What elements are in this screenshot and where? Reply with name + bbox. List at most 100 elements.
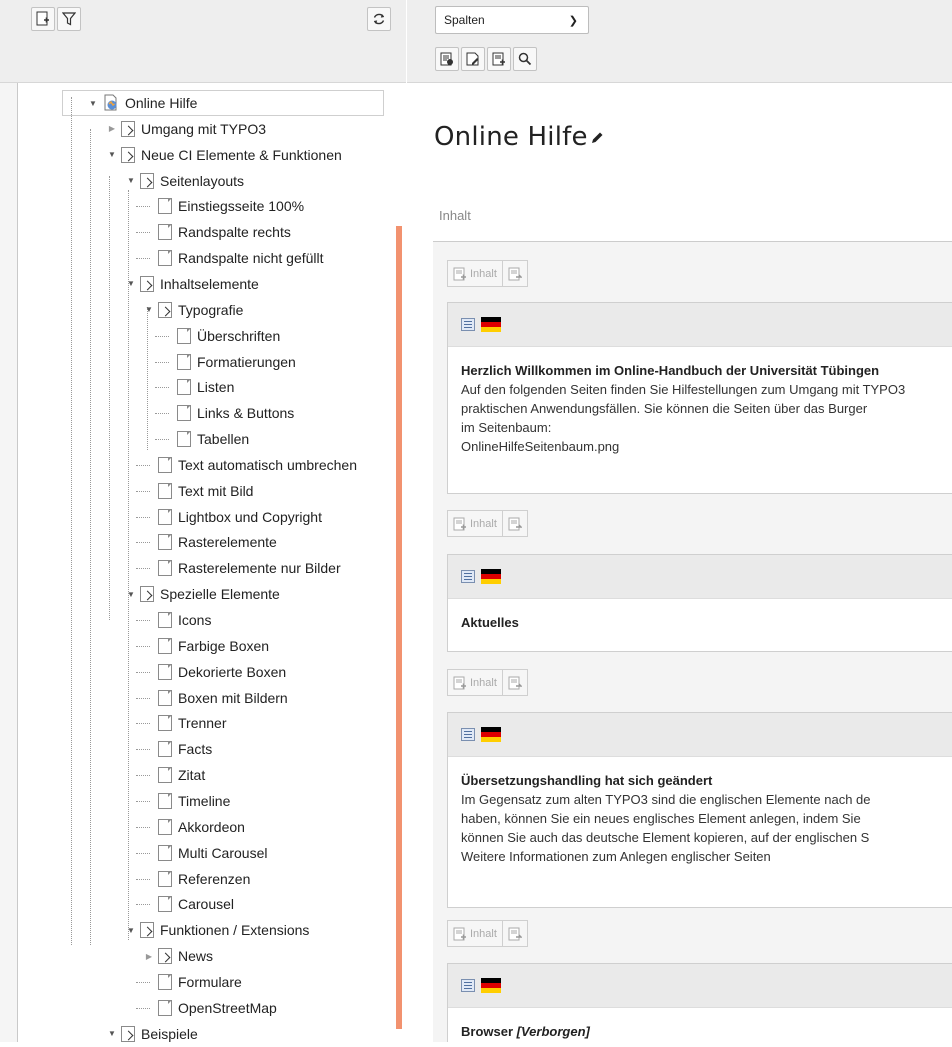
content-element-heading: Übersetzungshandling hat sich geändert (461, 771, 952, 790)
tree-guide-line (136, 878, 150, 880)
tree-item[interactable]: Text mit Bild (136, 478, 253, 504)
tree-guide-line (136, 542, 150, 544)
tree-item[interactable]: Rasterelemente (136, 529, 277, 555)
tree-item[interactable]: Dekorierte Boxen (136, 659, 286, 685)
tree-item[interactable]: Farbige Boxen (136, 633, 269, 659)
tree-item[interactable]: ▼ Inhaltselemente (126, 271, 259, 297)
tree-item[interactable]: Trenner (136, 710, 227, 736)
tree-item[interactable]: Akkordeon (136, 814, 245, 840)
collapse-toggle-icon[interactable]: ▼ (126, 168, 136, 194)
add-content-button[interactable]: Inhalt (447, 510, 503, 537)
page-icon (177, 327, 191, 344)
tree-guide-line (128, 190, 129, 620)
tree-item[interactable]: ▶ News (144, 943, 213, 969)
collapse-toggle-icon[interactable]: ▼ (126, 917, 136, 943)
add-content-button[interactable]: Inhalt (447, 260, 503, 287)
content-element-text-line: Auf den folgenden Seiten finden Sie Hilf… (461, 382, 906, 397)
tree-item[interactable]: ▼ Beispiele (107, 1021, 198, 1047)
content-element[interactable]: Übersetzungshandling hat sich geändert Im… (447, 712, 952, 908)
collapse-toggle-icon[interactable]: ▼ (107, 142, 117, 168)
page-title: Online Hilfe (434, 122, 604, 152)
add-content-button[interactable]: Inhalt (447, 920, 503, 947)
refresh-button[interactable] (367, 7, 391, 31)
tree-item[interactable]: Randspalte nicht gefüllt (136, 245, 324, 271)
page-icon (158, 612, 172, 628)
tree-item[interactable]: Tabellen (155, 426, 249, 452)
tree-connector (136, 659, 154, 685)
tree-item[interactable]: Text automatisch umbrechen (136, 452, 357, 478)
tree-item[interactable]: Formulare (136, 969, 242, 995)
tree-item[interactable]: Lightbox und Copyright (136, 504, 322, 530)
tree-item[interactable]: Referenzen (136, 866, 251, 892)
tree-item[interactable]: ▼ Neue CI Elemente & Funktionen (107, 142, 342, 168)
collapse-toggle-icon[interactable]: ▼ (126, 271, 136, 297)
tree-item[interactable]: ▼ Funktionen / Extensions (126, 917, 309, 943)
paste-content-button[interactable] (502, 260, 528, 287)
page-icon (158, 456, 172, 473)
paste-icon (508, 676, 522, 689)
search-button[interactable] (513, 47, 537, 71)
new-content-button[interactable] (487, 47, 511, 71)
heading-text: Herzlich Willkommen im Online-Handbuch d… (461, 363, 880, 378)
page-icon (177, 353, 191, 370)
collapse-toggle-icon[interactable]: ▼ (126, 581, 136, 607)
content-element[interactable]: Browser [Verborgen] (447, 963, 952, 1042)
tree-item[interactable]: Listen (155, 374, 234, 400)
tree-item[interactable]: Überschriften (155, 323, 280, 349)
tree-item[interactable]: Timeline (136, 788, 230, 814)
tree-item[interactable]: ▼ Online Hilfe (88, 90, 197, 116)
pencil-icon[interactable] (590, 131, 604, 145)
folder-page-icon (121, 120, 135, 137)
expand-toggle-icon[interactable]: ▶ (144, 943, 154, 969)
view-mode-select[interactable]: Spalten ❯ (435, 6, 589, 34)
tree-item[interactable]: Rasterelemente nur Bilder (136, 555, 341, 581)
content-element-text-line: im Seitenbaum: (461, 420, 552, 435)
tree-connector (136, 478, 154, 504)
filter-button[interactable] (57, 7, 81, 31)
tree-connector (136, 529, 154, 555)
content-element[interactable]: Aktuelles (447, 554, 952, 652)
tree-item-label: Randspalte rechts (178, 224, 291, 241)
tree-item[interactable]: Links & Buttons (155, 400, 294, 426)
view-page-button[interactable] (435, 47, 459, 71)
paste-content-button[interactable] (502, 669, 528, 696)
tree-item[interactable]: Formatierungen (155, 349, 296, 375)
add-content-button[interactable]: Inhalt (447, 669, 503, 696)
tree-item[interactable]: Carousel (136, 891, 234, 917)
tree-item[interactable]: Multi Carousel (136, 840, 267, 866)
tree-item[interactable]: ▼ Spezielle Elemente (126, 581, 280, 607)
collapse-toggle-icon[interactable]: ▼ (107, 1021, 117, 1047)
tree-item[interactable]: Facts (136, 736, 212, 762)
tree-connector (136, 245, 154, 271)
paste-content-button[interactable] (502, 920, 528, 947)
collapse-toggle-icon[interactable]: ▼ (144, 297, 154, 323)
edit-page-button[interactable] (461, 47, 485, 71)
page-icon (158, 767, 172, 784)
tree-item-label: Randspalte nicht gefüllt (178, 250, 324, 267)
tree-item[interactable]: Boxen mit Bildern (136, 685, 288, 711)
collapse-toggle-icon[interactable]: ▼ (88, 90, 98, 116)
folder-page-icon (158, 948, 172, 965)
tree-item[interactable]: Einstiegsseite 100% (136, 193, 304, 219)
tree-item[interactable]: ▶ Umgang mit TYPO3 (107, 116, 266, 142)
content-element[interactable]: Herzlich Willkommen im Online-Handbuch d… (447, 302, 952, 494)
tree-item-label: Referenzen (178, 870, 251, 887)
content-type-icon (461, 318, 475, 331)
tree-item[interactable]: Icons (136, 607, 211, 633)
tree-item[interactable]: OpenStreetMap (136, 995, 277, 1021)
tree-item-label: Text automatisch umbrechen (178, 456, 357, 473)
paste-content-button[interactable] (502, 510, 528, 537)
add-content-group: Inhalt (447, 260, 528, 287)
tree-guide-line (136, 620, 150, 621)
tree-connector (136, 762, 154, 788)
tree-guide-line (136, 749, 150, 751)
expand-toggle-icon[interactable]: ▶ (107, 116, 117, 142)
new-page-button[interactable] (31, 7, 55, 31)
tree-item[interactable]: ▼ Typografie (144, 297, 243, 323)
panel-resize-handle[interactable] (396, 226, 402, 1029)
tree-item[interactable]: ▼ Seitenlayouts (126, 168, 244, 194)
page-module: Online Hilfe Inhalt Inhalt Inhalt Inhalt In… (407, 84, 952, 1042)
tree-item[interactable]: Zitat (136, 762, 205, 788)
tree-connector (136, 193, 154, 219)
tree-item[interactable]: Randspalte rechts (136, 219, 291, 245)
